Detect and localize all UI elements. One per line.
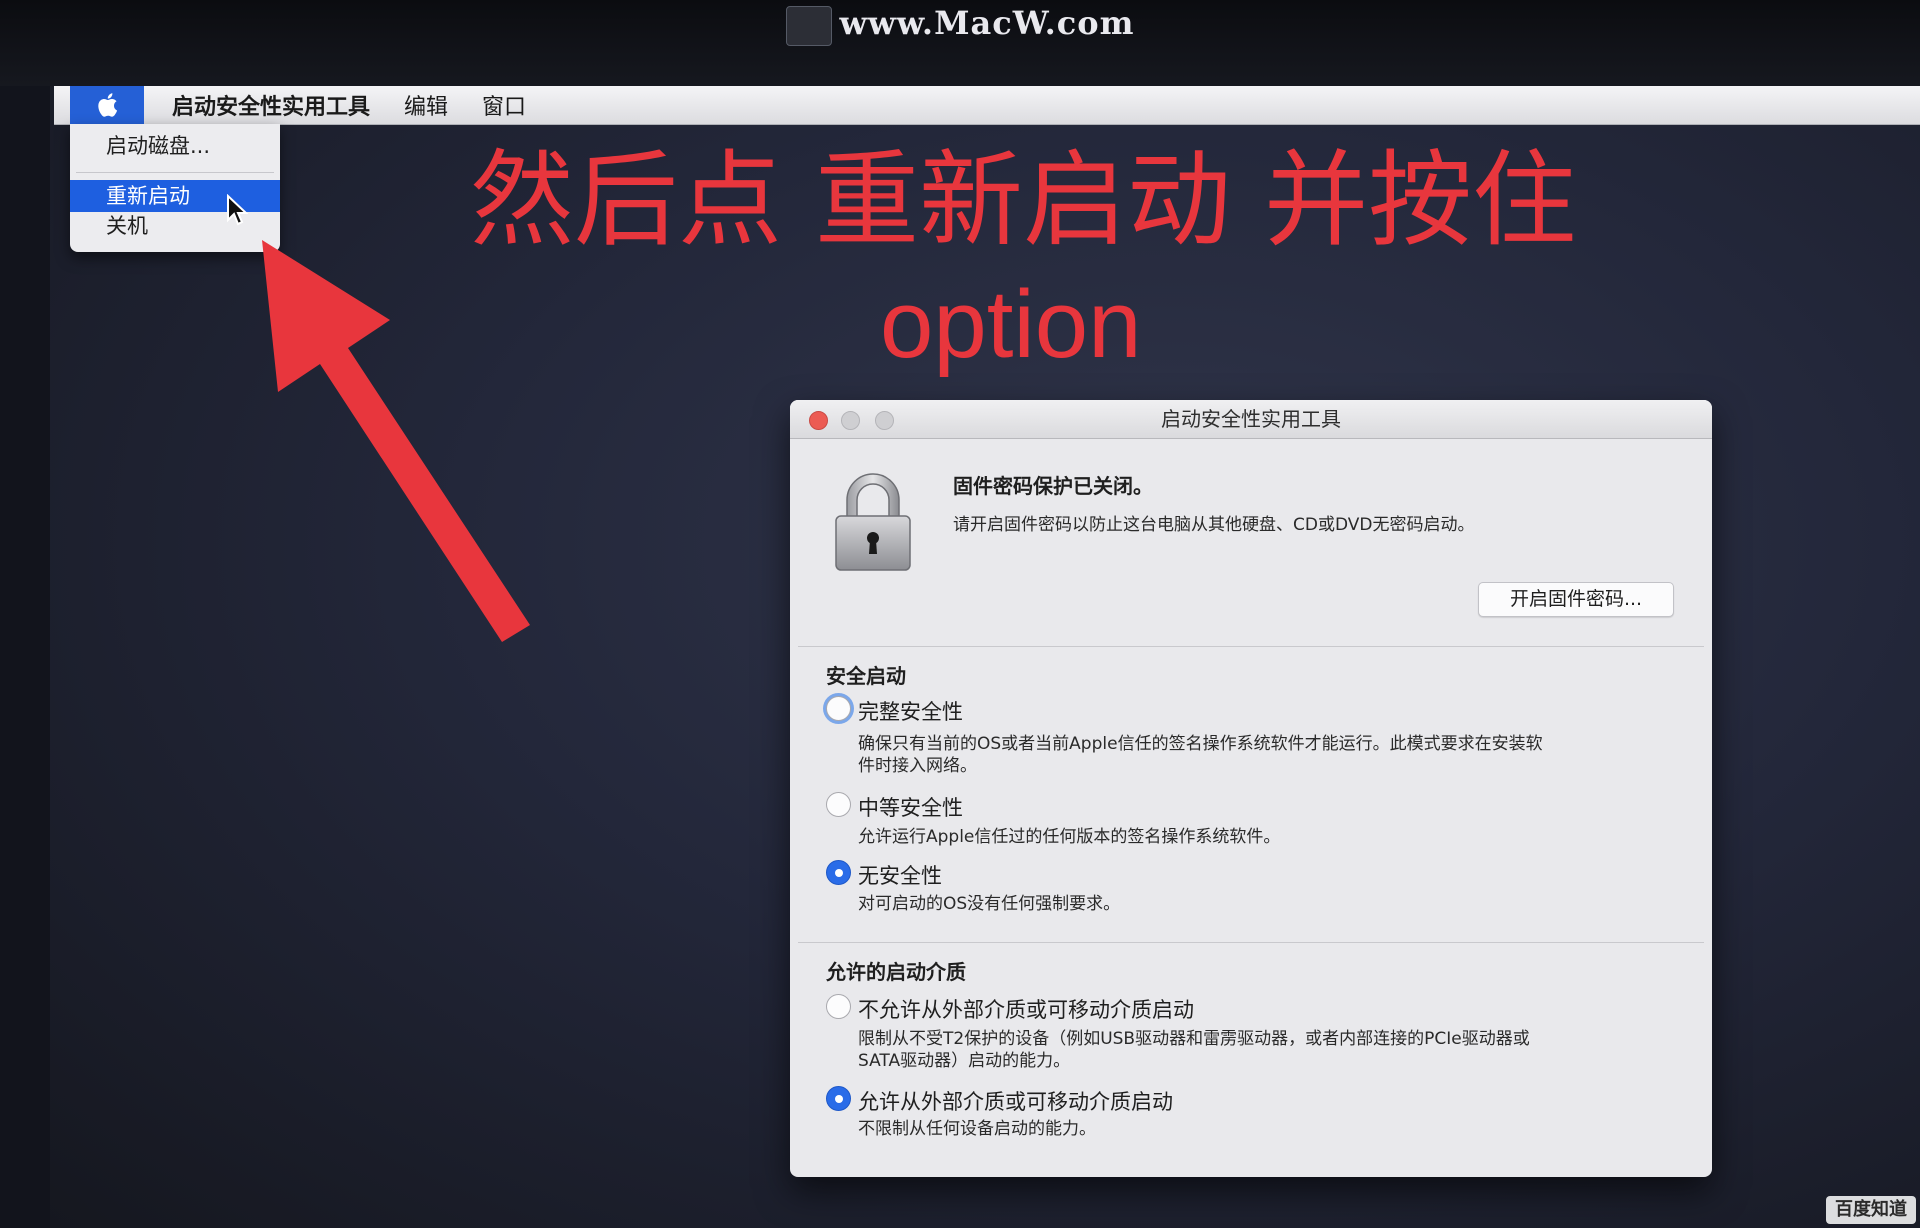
option-disallow-external-desc-1: 限制从不受T2保护的设备（例如USB驱动器和雷雳驱动器，或者内部连接的PCIe驱… — [858, 1029, 1530, 1049]
section-divider — [798, 942, 1704, 943]
radio-full-security[interactable] — [826, 696, 851, 721]
watermark-top: www.MacW.com — [0, 4, 1920, 46]
option-full-security-desc-1: 确保只有当前的OS或者当前Apple信任的签名操作系统软件才能运行。此模式要求在… — [858, 734, 1543, 754]
watermark-bottom: 百度知道 — [1826, 1196, 1916, 1224]
option-disallow-external-desc-2: SATA驱动器）启动的能力。 — [858, 1051, 1071, 1071]
menu-item-label: 关机 — [106, 214, 148, 238]
watermark-top-text: www.MacW.com — [839, 4, 1135, 42]
turn-on-firmware-password-button[interactable]: 开启固件密码... — [1478, 582, 1674, 617]
allowed-boot-media-title: 允许的启动介质 — [826, 960, 966, 984]
option-no-security-desc: 对可启动的OS没有任何强制要求。 — [858, 894, 1121, 914]
radio-allow-external-boot[interactable] — [826, 1086, 851, 1111]
option-full-security-label: 完整安全性 — [858, 700, 963, 724]
radio-medium-security[interactable] — [826, 792, 851, 817]
instruction-line-1: 然后点 重新启动 并按住 — [470, 139, 1577, 261]
menu-edit[interactable]: 编辑 — [398, 89, 454, 121]
window-title: 启动安全性实用工具 — [1161, 407, 1341, 431]
secure-boot-title: 安全启动 — [826, 664, 906, 688]
watermark-logo-icon — [785, 5, 832, 46]
option-disallow-external-label: 不允许从外部介质或可移动介质启动 — [858, 998, 1194, 1022]
menu-item-startup-disk[interactable]: 启动磁盘... — [70, 130, 280, 162]
option-allow-external-desc: 不限制从任何设备启动的能力。 — [858, 1119, 1096, 1139]
option-allow-external-label: 允许从外部介质或可移动介质启动 — [858, 1090, 1173, 1114]
apple-logo-icon — [98, 93, 118, 117]
option-medium-security-desc: 允许运行Apple信任过的任何版本的签名操作系统软件。 — [858, 827, 1281, 847]
radio-no-security[interactable] — [826, 860, 851, 885]
menu-item-label: 重新启动 — [106, 184, 190, 208]
menu-item-label: 启动磁盘... — [106, 134, 211, 158]
option-medium-security-label: 中等安全性 — [858, 796, 963, 820]
menu-separator — [76, 172, 274, 173]
firmware-status-title: 固件密码保护已关闭。 — [953, 474, 1153, 498]
menu-bar: 启动安全性实用工具 编辑 窗口 — [54, 86, 1920, 125]
menu-app-name[interactable]: 启动安全性实用工具 — [166, 89, 376, 121]
menu-item-restart[interactable]: 重新启动 — [70, 180, 280, 212]
section-divider — [798, 646, 1704, 647]
option-full-security-desc-2: 件时接入网络。 — [858, 756, 977, 776]
option-no-security-label: 无安全性 — [858, 864, 942, 888]
firmware-description: 请开启固件密码以防止这台电脑从其他硬盘、CD或DVD无密码启动。 — [953, 515, 1475, 535]
radio-disallow-external-boot[interactable] — [826, 994, 851, 1019]
instruction-line-2: option — [880, 271, 1142, 378]
red-arrow-icon — [262, 240, 530, 642]
mouse-pointer-icon — [227, 194, 248, 226]
menu-window[interactable]: 窗口 — [476, 89, 532, 121]
apple-menu-button[interactable] — [70, 86, 144, 124]
startup-security-window: 启动安全性实用工具 固件密码保护已关闭。 请开启固件密码以防止这台电脑从其他硬盘… — [790, 400, 1712, 1177]
window-titlebar[interactable]: 启动安全性实用工具 — [790, 400, 1712, 439]
lock-icon — [835, 473, 911, 571]
